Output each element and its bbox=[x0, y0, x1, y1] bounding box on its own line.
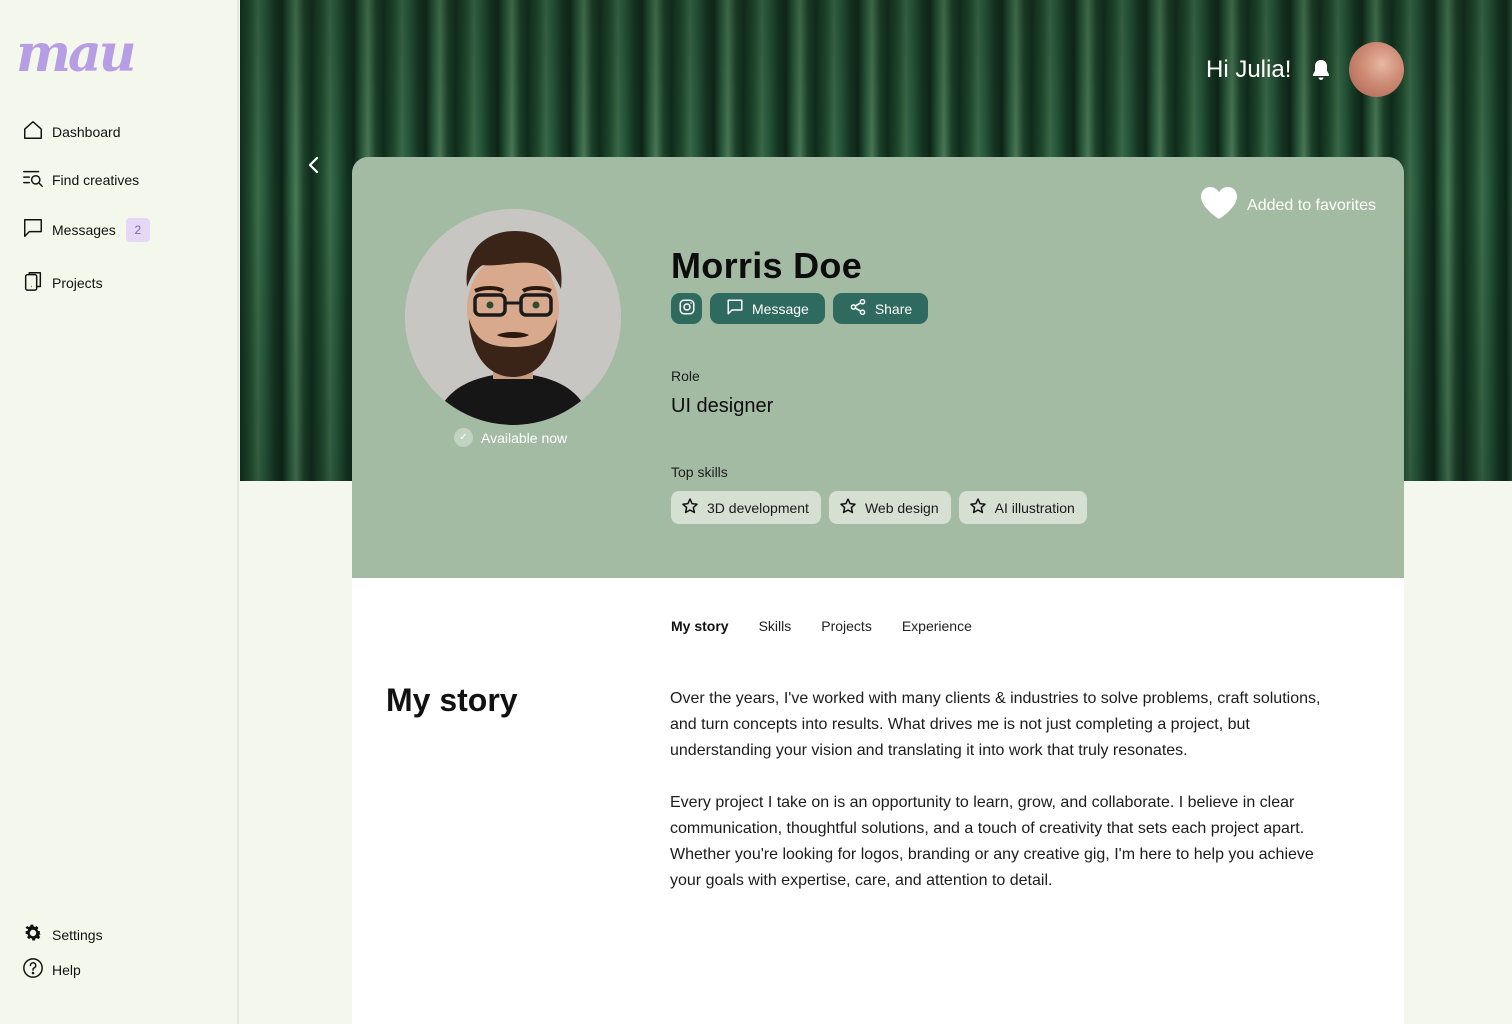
message-icon bbox=[22, 217, 44, 242]
skill-label: AI illustration bbox=[994, 499, 1075, 516]
profile-content: My story Skills Projects Experience My s… bbox=[352, 578, 1404, 1024]
bell-icon[interactable] bbox=[1310, 58, 1332, 82]
sidebar: mau Dashboard Find creatives Messages 2 … bbox=[0, 0, 239, 1024]
sidebar-item-messages[interactable]: Messages 2 bbox=[22, 217, 150, 242]
share-button-label: Share bbox=[874, 300, 913, 317]
skills-list: 3D development Web design AI illustratio… bbox=[671, 491, 1087, 524]
help-icon bbox=[22, 957, 44, 982]
share-button[interactable]: Share bbox=[832, 293, 929, 324]
profile-actions: Message Share bbox=[671, 293, 929, 324]
sidebar-item-label: Settings bbox=[52, 926, 103, 943]
check-icon: ✓ bbox=[454, 428, 473, 447]
profile-avatar bbox=[405, 209, 621, 425]
section-title: My story bbox=[386, 682, 518, 718]
sidebar-item-dashboard[interactable]: Dashboard bbox=[22, 119, 121, 144]
sidebar-item-label: Help bbox=[52, 961, 81, 978]
tab-skills[interactable]: Skills bbox=[759, 618, 792, 634]
tab-projects[interactable]: Projects bbox=[821, 618, 872, 634]
sidebar-item-projects[interactable]: Projects bbox=[22, 270, 103, 295]
profile-name: Morris Doe bbox=[671, 245, 863, 286]
skills-label: Top skills bbox=[671, 464, 728, 480]
skill-label: Web design bbox=[864, 499, 939, 516]
skill-chip[interactable]: Web design bbox=[828, 491, 951, 524]
tab-my-story[interactable]: My story bbox=[671, 618, 729, 634]
tab-experience[interactable]: Experience bbox=[902, 618, 972, 634]
skill-chip[interactable]: 3D development bbox=[671, 491, 821, 524]
projects-icon bbox=[22, 270, 44, 295]
sidebar-item-label: Find creatives bbox=[52, 171, 140, 188]
sidebar-item-help[interactable]: Help bbox=[22, 957, 81, 982]
message-icon bbox=[726, 298, 744, 319]
story-paragraph: Every project I take on is an opportunit… bbox=[670, 794, 1314, 889]
star-icon bbox=[839, 497, 857, 518]
messages-count-badge: 2 bbox=[125, 217, 150, 242]
sidebar-item-label: Messages bbox=[52, 221, 116, 238]
message-button-label: Message bbox=[752, 300, 809, 317]
user-avatar[interactable] bbox=[1349, 42, 1404, 97]
instagram-button[interactable] bbox=[671, 293, 702, 324]
instagram-icon bbox=[678, 298, 696, 319]
favorite-label: Added to favorites bbox=[1247, 196, 1376, 214]
profile-tabs: My story Skills Projects Experience bbox=[671, 618, 1002, 634]
skill-chip[interactable]: AI illustration bbox=[958, 491, 1087, 524]
sidebar-item-label: Projects bbox=[52, 274, 103, 291]
story-paragraph: Over the years, I've worked with many cl… bbox=[670, 690, 1321, 759]
star-icon bbox=[969, 497, 987, 518]
gear-icon bbox=[22, 922, 44, 947]
availability-label: Available now bbox=[481, 429, 568, 446]
role-value: UI designer bbox=[671, 395, 774, 417]
greeting-text: Hi Julia! bbox=[1206, 56, 1292, 83]
role-label: Role bbox=[671, 368, 700, 384]
search-list-icon bbox=[22, 167, 44, 192]
message-button[interactable]: Message bbox=[710, 293, 825, 324]
back-chevron-icon[interactable] bbox=[302, 152, 326, 178]
share-icon bbox=[849, 298, 867, 319]
sidebar-item-label: Dashboard bbox=[52, 123, 121, 140]
app-logo[interactable]: mau bbox=[16, 28, 137, 80]
home-icon bbox=[22, 119, 44, 144]
heart-icon bbox=[1199, 185, 1239, 226]
story-body: Over the years, I've worked with many cl… bbox=[670, 686, 1330, 894]
availability-status: ✓ Available now bbox=[454, 428, 567, 447]
skill-label: 3D development bbox=[707, 499, 809, 516]
sidebar-item-settings[interactable]: Settings bbox=[22, 922, 103, 947]
favorite-toggle[interactable]: Added to favorites bbox=[1199, 185, 1376, 226]
profile-card: Added to favorites ✓ Available now Morri… bbox=[352, 157, 1404, 578]
star-icon bbox=[681, 497, 699, 518]
sidebar-item-find-creatives[interactable]: Find creatives bbox=[22, 167, 139, 192]
